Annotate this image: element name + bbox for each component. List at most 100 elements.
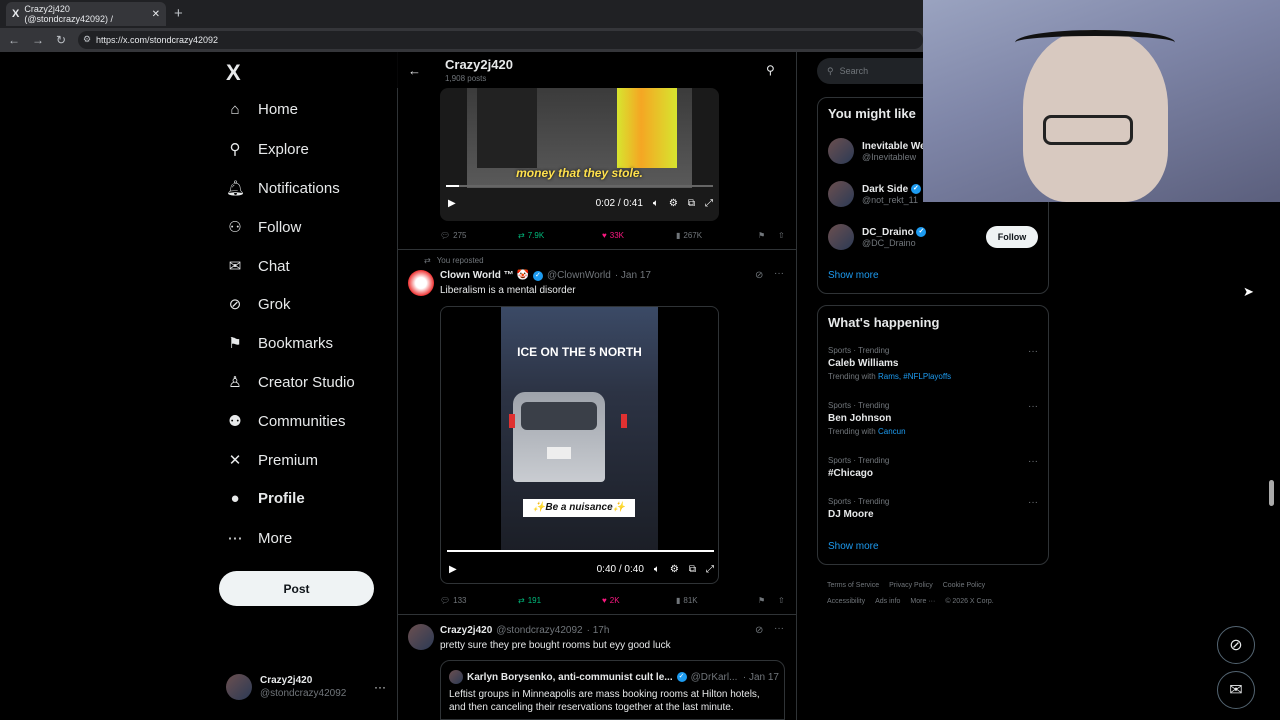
settings-icon[interactable]: ⚙	[669, 198, 678, 209]
volume-icon[interactable]: 🔈︎	[653, 198, 659, 209]
pip-icon[interactable]: ⧉	[689, 564, 696, 575]
browser-tab[interactable]: X Crazy2j420 (@stondcrazy42092) / ✕	[6, 2, 166, 26]
author-name[interactable]: Clown World ™ 🤡	[440, 270, 529, 281]
nav-item-profile[interactable]: ● Profile	[226, 490, 304, 507]
back-arrow-icon[interactable]: ←	[8, 33, 20, 47]
search-icon[interactable]: ⚲	[766, 63, 775, 77]
nav-item-label: Explore	[258, 140, 309, 158]
search-input[interactable]: ⚲ Search	[817, 58, 937, 84]
account-switcher[interactable]: Crazy2j420 @stondcrazy42092 ···	[226, 670, 386, 704]
like-button[interactable]: ♥ 2K	[602, 596, 676, 605]
nav-item-premium[interactable]: ✕ Premium	[226, 451, 318, 470]
post-button[interactable]: Post	[219, 571, 374, 606]
back-arrow-icon[interactable]: ←	[408, 63, 421, 78]
author-handle[interactable]: @ClownWorld	[547, 270, 611, 281]
footer-link[interactable]: Ads info	[875, 598, 900, 605]
nav-item-label: Communities	[258, 412, 346, 430]
repost-note: You reposted	[436, 256, 484, 265]
more-dots-icon[interactable]: ···	[774, 623, 784, 634]
site-info-icon[interactable]: ⚙	[83, 34, 91, 45]
show-more-link[interactable]: Show more	[828, 541, 879, 552]
footer-link[interactable]: Cookie Policy	[943, 582, 985, 589]
fullscreen-icon[interactable]: ⤢	[706, 564, 714, 575]
bookmark-icon[interactable]: ⚑	[758, 596, 778, 605]
trend-item[interactable]: Sports · Trending DJ Moore ···	[828, 497, 1038, 520]
video-progress[interactable]	[447, 550, 714, 552]
home-icon: ⌂	[230, 101, 240, 118]
follow-button[interactable]: Follow	[986, 226, 1038, 248]
author-name[interactable]: Crazy2j420	[440, 625, 492, 636]
reload-icon[interactable]: ↻	[56, 33, 66, 47]
nav-item-home[interactable]: ⌂ Home	[226, 101, 298, 118]
grok-small-icon[interactable]: ⊘	[755, 625, 763, 636]
forward-arrow-icon[interactable]: →	[32, 33, 44, 47]
like-button[interactable]: ♥ 33K	[602, 231, 676, 240]
close-tab-icon[interactable]: ✕	[152, 9, 160, 20]
more-dots-icon[interactable]: ···	[374, 680, 386, 694]
bookmark-icon[interactable]: ⚑	[758, 231, 778, 240]
nav-item-follow[interactable]: ⚇ Follow	[226, 218, 301, 237]
show-more-link[interactable]: Show more	[828, 270, 879, 281]
repost-button[interactable]: ⇄ 191	[518, 596, 602, 605]
tweet-text: pretty sure they pre bought rooms but ey…	[440, 640, 671, 651]
nav-item-more[interactable]: ⋯ More	[226, 529, 293, 548]
nav-item-explore[interactable]: ⚲ Explore	[226, 140, 309, 159]
tweet2-video[interactable]: ICE ON THE 5 NORTH ✨Be a nuisance✨ ▶ 0:4…	[440, 306, 719, 584]
tweet-date[interactable]: · Jan 17	[615, 270, 651, 281]
views-button[interactable]: ▮ 81K	[676, 596, 758, 605]
play-icon[interactable]: ▶	[449, 564, 457, 575]
share-icon[interactable]: ⇧	[778, 596, 785, 605]
repost-button[interactable]: ⇄ 7.9K	[518, 231, 602, 240]
avatar[interactable]	[408, 270, 434, 296]
nav-item-creator-studio[interactable]: ♙ Creator Studio	[226, 373, 354, 392]
new-tab-icon[interactable]: +	[174, 5, 183, 22]
video-progress[interactable]	[446, 185, 713, 187]
share-icon[interactable]: ⇧	[778, 231, 785, 240]
scrollbar[interactable]	[1269, 480, 1274, 506]
nav-item-grok[interactable]: ⊘ Grok	[226, 295, 291, 314]
url-field[interactable]: ⚙ https://x.com/stondcrazy42092	[78, 31, 923, 49]
volume-icon[interactable]: 🔈︎	[654, 564, 660, 575]
more-dots-icon[interactable]: ···	[1028, 456, 1038, 467]
footer-link[interactable]: More ···	[910, 598, 935, 605]
play-icon[interactable]: ▶	[448, 198, 456, 209]
tweet1-video[interactable]: money that they stole. ▶ 0:02 / 0:41 🔈︎ …	[440, 88, 719, 221]
nav-item-notifications[interactable]: 🔔︎ Notifications	[226, 179, 340, 198]
more-dots-icon[interactable]: ···	[1028, 497, 1038, 508]
more-circle-icon: ⋯	[227, 530, 243, 547]
author-handle[interactable]: @stondcrazy42092	[496, 625, 582, 636]
grok-icon[interactable]: ⊘	[1217, 626, 1255, 664]
views-button[interactable]: ▮ 267K	[676, 231, 758, 240]
avatar	[449, 670, 463, 684]
more-dots-icon[interactable]: ···	[1028, 401, 1038, 412]
trend-item[interactable]: Sports · Trending Ben Johnson Trending wit…	[828, 401, 1038, 436]
reply-button[interactable]: 💬︎ 133	[440, 596, 518, 605]
grok-small-icon[interactable]: ⊘	[755, 270, 763, 281]
trend-item[interactable]: Sports · Trending #Chicago ···	[828, 456, 1038, 479]
trend-item[interactable]: Sports · Trending Caleb Williams Trending …	[828, 346, 1038, 381]
quoted-tweet[interactable]: Karlyn Borysenko, anti-communist cult le…	[440, 660, 785, 720]
suggestion-item[interactable]: DC_Draino ✓ @DC_Draino	[828, 224, 927, 250]
footer-link[interactable]: Terms of Service	[827, 582, 879, 589]
tweet-date[interactable]: · 17h	[587, 625, 610, 636]
avatar[interactable]	[408, 624, 434, 650]
x-logo-icon[interactable]: X	[226, 60, 241, 86]
settings-icon[interactable]: ⚙	[670, 564, 679, 575]
reply-button[interactable]: 💬︎ 275	[440, 231, 518, 240]
trend-with-link[interactable]: Cancun	[878, 427, 906, 436]
nav-item-bookmarks[interactable]: ⚑ Bookmarks	[226, 334, 333, 353]
footer-link[interactable]: Accessibility	[827, 598, 865, 605]
messages-icon[interactable]: ✉	[1217, 671, 1255, 709]
trend-with-link[interactable]: Rams, #NFLPlayoffs	[878, 372, 951, 381]
footer-link[interactable]: © 2026 X Corp.	[945, 598, 993, 605]
footer-link[interactable]: Privacy Policy	[889, 582, 933, 589]
repost-icon: ⇄	[518, 231, 525, 240]
nav-item-communities[interactable]: ⚉ Communities	[226, 412, 346, 431]
pip-icon[interactable]: ⧉	[688, 198, 695, 209]
nav-item-chat[interactable]: ✉ Chat	[226, 257, 290, 276]
suggestion-item[interactable]: Dark Side ✓ @not_rekt_11	[828, 181, 921, 207]
suggestion-item[interactable]: Inevitable We @Inevitablew	[828, 138, 926, 164]
more-dots-icon[interactable]: ···	[774, 268, 784, 279]
more-dots-icon[interactable]: ···	[1028, 346, 1038, 357]
fullscreen-icon[interactable]: ⤢	[705, 198, 713, 209]
